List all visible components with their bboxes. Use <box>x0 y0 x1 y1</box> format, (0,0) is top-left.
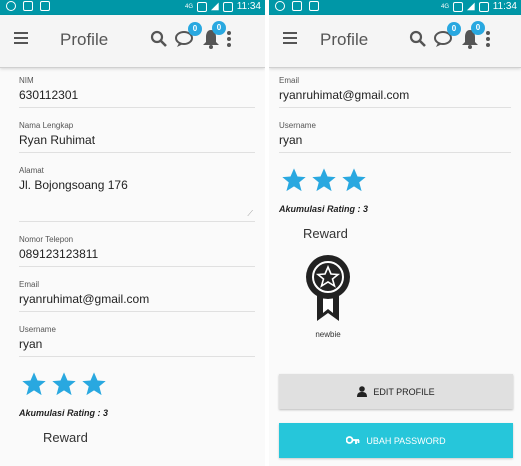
battery-icon <box>478 1 489 12</box>
reward-title: Reward <box>303 226 348 241</box>
chat-button[interactable]: 0 <box>174 22 202 53</box>
rating-label: Akumulasi Rating : 3 <box>279 204 369 214</box>
medal-icon <box>306 255 350 321</box>
rating-label: Akumulasi Rating : 3 <box>19 408 109 418</box>
signal-icon: ◢ <box>467 1 475 12</box>
edit-profile-label: EDIT PROFILE <box>373 386 435 397</box>
username-label: Username <box>279 121 316 130</box>
profile-screen-right: 4G ◢ 11:34 Profile 0 0 Email ryanruhimat… <box>269 0 521 466</box>
username-field[interactable]: Username ryan <box>19 325 255 357</box>
nim-value: 630112301 <box>19 88 79 102</box>
email-label: Email <box>279 76 300 85</box>
star-icon <box>82 372 106 396</box>
user-icon <box>357 386 368 397</box>
address-value: Jl. Bojongsoang 176 <box>19 178 128 192</box>
status-notification-icons <box>6 1 50 14</box>
search-icon[interactable] <box>409 30 427 53</box>
edit-profile-button[interactable]: EDIT PROFILE <box>279 374 513 409</box>
name-value: Ryan Ruhimat <box>19 133 96 147</box>
app-bar-actions: 0 0 <box>409 21 491 54</box>
notification-button[interactable]: 0 <box>461 21 485 54</box>
status-system-icons: 4G ◢ 11:34 <box>185 1 261 12</box>
page-title: Profile <box>60 30 109 49</box>
name-label: Nama Lengkap <box>19 121 74 130</box>
notification-badge: 0 <box>212 21 226 35</box>
page-title: Profile <box>320 30 369 49</box>
username-field[interactable]: Username ryan <box>279 121 511 153</box>
nim-label: NIM <box>19 76 34 85</box>
app-bar-actions: 0 0 <box>150 21 232 54</box>
chat-badge: 0 <box>447 22 461 36</box>
battery-icon <box>222 1 233 12</box>
email-field[interactable]: Email ryanruhimat@gmail.com <box>279 76 511 108</box>
message-icon <box>308 1 319 11</box>
profile-screen-left: 4G ◢ 11:34 Profile 0 0 NIM 630112301 Nam… <box>0 0 265 466</box>
status-time: 11:34 <box>236 1 261 12</box>
whatsapp-icon <box>275 1 285 11</box>
reward-title: Reward <box>43 430 88 445</box>
email-field[interactable]: Email ryanruhimat@gmail.com <box>19 280 255 312</box>
resize-handle-icon[interactable]: ⟋ <box>247 209 253 219</box>
star-icon <box>312 168 336 192</box>
more-options-icon[interactable] <box>485 30 491 53</box>
profile-content: Email ryanruhimat@gmail.com Username rya… <box>269 68 521 339</box>
network-type: 4G <box>440 3 449 10</box>
star-icon <box>342 168 366 192</box>
change-password-label: UBAH PASSWORD <box>366 435 446 446</box>
phone-label: Nomor Telepon <box>19 235 74 244</box>
status-system-icons: 4G ◢ 11:34 <box>441 1 517 12</box>
change-password-button[interactable]: UBAH PASSWORD <box>279 423 513 458</box>
gallery-icon <box>291 1 302 11</box>
name-field[interactable]: Nama Lengkap Ryan Ruhimat <box>19 121 255 153</box>
star-icon <box>282 168 306 192</box>
app-bar: Profile 0 0 <box>269 15 521 68</box>
message-icon <box>39 1 50 11</box>
username-value: ryan <box>279 133 303 147</box>
key-icon <box>346 435 360 444</box>
nim-field[interactable]: NIM 630112301 <box>19 76 255 108</box>
more-options-icon[interactable] <box>226 30 232 53</box>
address-label: Alamat <box>19 166 44 175</box>
whatsapp-icon <box>6 1 16 11</box>
star-icon <box>22 372 46 396</box>
sim-icon <box>197 1 207 12</box>
signal-icon: ◢ <box>211 1 219 12</box>
chat-button[interactable]: 0 <box>433 22 461 53</box>
search-icon[interactable] <box>150 30 168 53</box>
star-icon <box>52 372 76 396</box>
username-label: Username <box>19 325 56 334</box>
email-label: Email <box>19 280 40 289</box>
reward-badge: newbie <box>303 253 353 339</box>
menu-icon[interactable] <box>14 32 28 44</box>
chat-badge: 0 <box>188 22 202 36</box>
status-bar: 4G ◢ 11:34 <box>0 0 265 15</box>
username-value: ryan <box>19 337 43 351</box>
gallery-icon <box>22 1 33 11</box>
status-time: 11:34 <box>492 1 517 12</box>
rating-stars <box>19 370 265 398</box>
badge-label: newbie <box>315 330 341 339</box>
app-bar: Profile 0 0 <box>0 15 265 68</box>
email-value: ryanruhimat@gmail.com <box>279 88 410 102</box>
phone-value: 089123123811 <box>19 247 99 261</box>
status-notification-icons <box>275 1 319 14</box>
phone-field[interactable]: Nomor Telepon 089123123811 <box>19 235 255 267</box>
status-bar: 4G ◢ 11:34 <box>269 0 521 15</box>
sim-icon <box>453 1 463 12</box>
network-type: 4G <box>184 3 193 10</box>
address-field[interactable]: Alamat Jl. Bojongsoang 176 ⟋ <box>19 166 255 222</box>
notification-badge: 0 <box>471 21 485 35</box>
menu-icon[interactable] <box>283 32 297 44</box>
notification-button[interactable]: 0 <box>202 21 226 54</box>
email-value: ryanruhimat@gmail.com <box>19 292 150 306</box>
profile-content: NIM 630112301 Nama Lengkap Ryan Ruhimat … <box>0 68 265 445</box>
rating-stars <box>279 166 521 194</box>
